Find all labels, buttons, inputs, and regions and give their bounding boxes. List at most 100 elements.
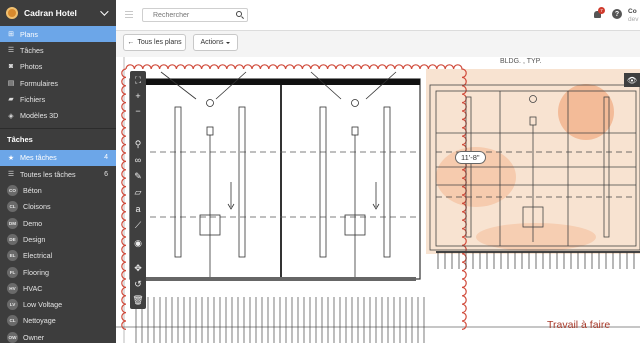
revision-cloud (125, 64, 467, 330)
arrow-left-icon: ← (127, 39, 135, 46)
caret-down-icon (226, 41, 231, 44)
trade-badge: HV (7, 282, 18, 294)
sidebar-item-plans[interactable]: ⊞ Plans (0, 26, 116, 43)
camera-icon: ◙ (8, 63, 14, 71)
trade-badge: OW (7, 331, 18, 343)
user-name: Co (628, 8, 637, 15)
task-item-label: Electrical (23, 251, 53, 261)
project-name: Cadran Hotel (24, 8, 77, 18)
task-item-label: Mes tâches (20, 153, 57, 163)
notification-badge: 7 (598, 7, 605, 14)
task-item-toutes-les-t-ches[interactable]: ☰ Toutes les tâches 6 (0, 166, 116, 182)
chevron-down-icon (100, 7, 109, 16)
task-item-label: Owner (23, 332, 45, 342)
fullscreen-icon[interactable]: ⛶ (130, 73, 146, 87)
status-label: Travail à faire (547, 319, 611, 331)
sidebar-item-label: Modèles 3D (20, 111, 59, 121)
trade-badge: EL (7, 250, 18, 262)
task-count: 4 (104, 154, 108, 162)
task-item-label: Flooring (23, 267, 49, 277)
all-plans-button[interactable]: ← Tous les plans (123, 34, 186, 51)
shape-icon[interactable]: ▱ (130, 185, 146, 199)
form-icon: ▤ (7, 80, 15, 88)
search-input[interactable] (143, 9, 227, 21)
text-icon[interactable]: a (130, 202, 146, 216)
trade-badge: CO (7, 185, 18, 197)
task-item-hvac[interactable]: HV HVAC (0, 280, 116, 296)
stamp-icon[interactable]: ◉ (130, 236, 146, 250)
task-item-flooring[interactable]: FL Flooring (0, 264, 116, 280)
project-logo-icon (6, 7, 18, 19)
sidebar-item-mod-les-3d[interactable]: ◈ Modèles 3D (0, 107, 116, 123)
zoom-in-icon[interactable]: + (130, 89, 146, 103)
dimension-tag-text: 11'-8" (461, 153, 480, 162)
floor-plan-drawing[interactable] (116, 57, 640, 343)
undo-icon[interactable]: ↺ (130, 277, 146, 291)
dimension-tag: 11'-8" (455, 151, 486, 164)
all-plans-label: Tous les plans (137, 39, 182, 46)
task-item-label: HVAC (23, 283, 43, 293)
sidebar-item-photos[interactable]: ◙ Photos (0, 59, 116, 75)
task-item-low-voltage[interactable]: LV Low Voltage (0, 296, 116, 312)
help-icon[interactable]: ? (612, 9, 622, 19)
sidebar-item-label: Tâches (20, 45, 44, 55)
drawing-note: BLDG. , TYP. (500, 58, 542, 65)
task-item-label: Demo (23, 218, 43, 228)
cube-icon: ◈ (8, 112, 14, 120)
sidebar-item-t-ches[interactable]: ☰ Tâches (0, 42, 116, 58)
pen-icon[interactable]: ✎ (130, 169, 146, 183)
sidebar-item-label: Photos (20, 62, 43, 72)
move-icon[interactable]: ✥ (130, 261, 146, 275)
sidebar-item-label: Plans (20, 29, 38, 39)
actions-button[interactable]: Actions (193, 34, 238, 51)
task-count: 6 (104, 170, 108, 178)
task-item-label: Béton (23, 186, 42, 196)
sidebar-item-formulaires[interactable]: ▤ Formulaires (0, 75, 116, 91)
trash-icon[interactable]: 🗑 (130, 293, 146, 307)
sidebar-item-label: Formulaires (20, 78, 58, 88)
list-icon: ☰ (7, 171, 15, 179)
task-item-label: Toutes les tâches (20, 169, 76, 179)
trade-badge: DE (7, 233, 18, 245)
map-icon: ⊞ (8, 31, 14, 39)
task-item-mes-t-ches[interactable]: ★ Mes tâches 4 (0, 149, 116, 167)
user-subtitle: dev (628, 16, 639, 23)
task-item-label: Cloisons (23, 202, 51, 212)
trade-badge: CL (7, 201, 18, 213)
main-nav: ⊞ Plans ☰ Tâches ◙ Photos ▤ Formulaires ▰ Fichier… (0, 26, 116, 124)
trade-badge: LV (7, 299, 18, 311)
search-box[interactable] (142, 8, 248, 22)
task-item-b-ton[interactable]: CO Béton (0, 182, 116, 198)
task-item-owner[interactable]: OW Owner (0, 329, 116, 343)
plan-viewer[interactable]: BLDG. , TYP. ⛶ + − ⚲ ∞ ✎ ▱ a ⟋ ◉ ✥ ↺ 🗑 👁 11'-8" Trav… (116, 57, 640, 343)
task-item-label: Low Voltage (23, 300, 63, 310)
sidebar-item-label: Fichiers (20, 94, 46, 104)
zoom-out-icon[interactable]: − (130, 104, 146, 118)
annotation-toolbar: ⛶ + − ⚲ ∞ ✎ ▱ a ⟋ ◉ ✥ ↺ 🗑 (130, 71, 146, 309)
project-switcher[interactable]: Cadran Hotel (0, 0, 116, 26)
eye-icon[interactable]: 👁 (624, 73, 640, 87)
user-menu[interactable]: Co dev (628, 8, 640, 24)
top-bar: 7 ? Co dev (116, 0, 640, 31)
search-icon[interactable] (236, 11, 242, 17)
trade-badge: CL (7, 315, 18, 327)
task-item-design[interactable]: DE Design (0, 231, 116, 247)
task-item-electrical[interactable]: EL Electrical (0, 248, 116, 264)
ruler-icon[interactable]: ⟋ (130, 218, 146, 232)
menu-icon[interactable] (125, 11, 133, 20)
tasks-section-title: Tâches (0, 127, 116, 150)
sidebar: Cadran Hotel ⊞ Plans ☰ Tâches ◙ Photos ▤ Formul… (0, 0, 116, 343)
star-icon: ★ (7, 154, 15, 162)
pin-icon[interactable]: ⚲ (130, 137, 146, 151)
task-item-nettoyage[interactable]: CL Nettoyage (0, 313, 116, 329)
trade-badge: FL (7, 266, 18, 278)
task-nav: ★ Mes tâches 4 ☰ Toutes les tâches 6 CO Béton CL… (0, 149, 116, 343)
actions-label: Actions (200, 39, 224, 46)
task-item-demo[interactable]: DM Demo (0, 215, 116, 231)
sidebar-item-fichiers[interactable]: ▰ Fichiers (0, 91, 116, 107)
link-icon[interactable]: ∞ (130, 153, 146, 167)
task-item-cloisons[interactable]: CL Cloisons (0, 199, 116, 215)
list-icon: ☰ (7, 47, 15, 55)
folder-icon: ▰ (8, 96, 14, 104)
task-item-label: Nettoyage (23, 316, 56, 326)
